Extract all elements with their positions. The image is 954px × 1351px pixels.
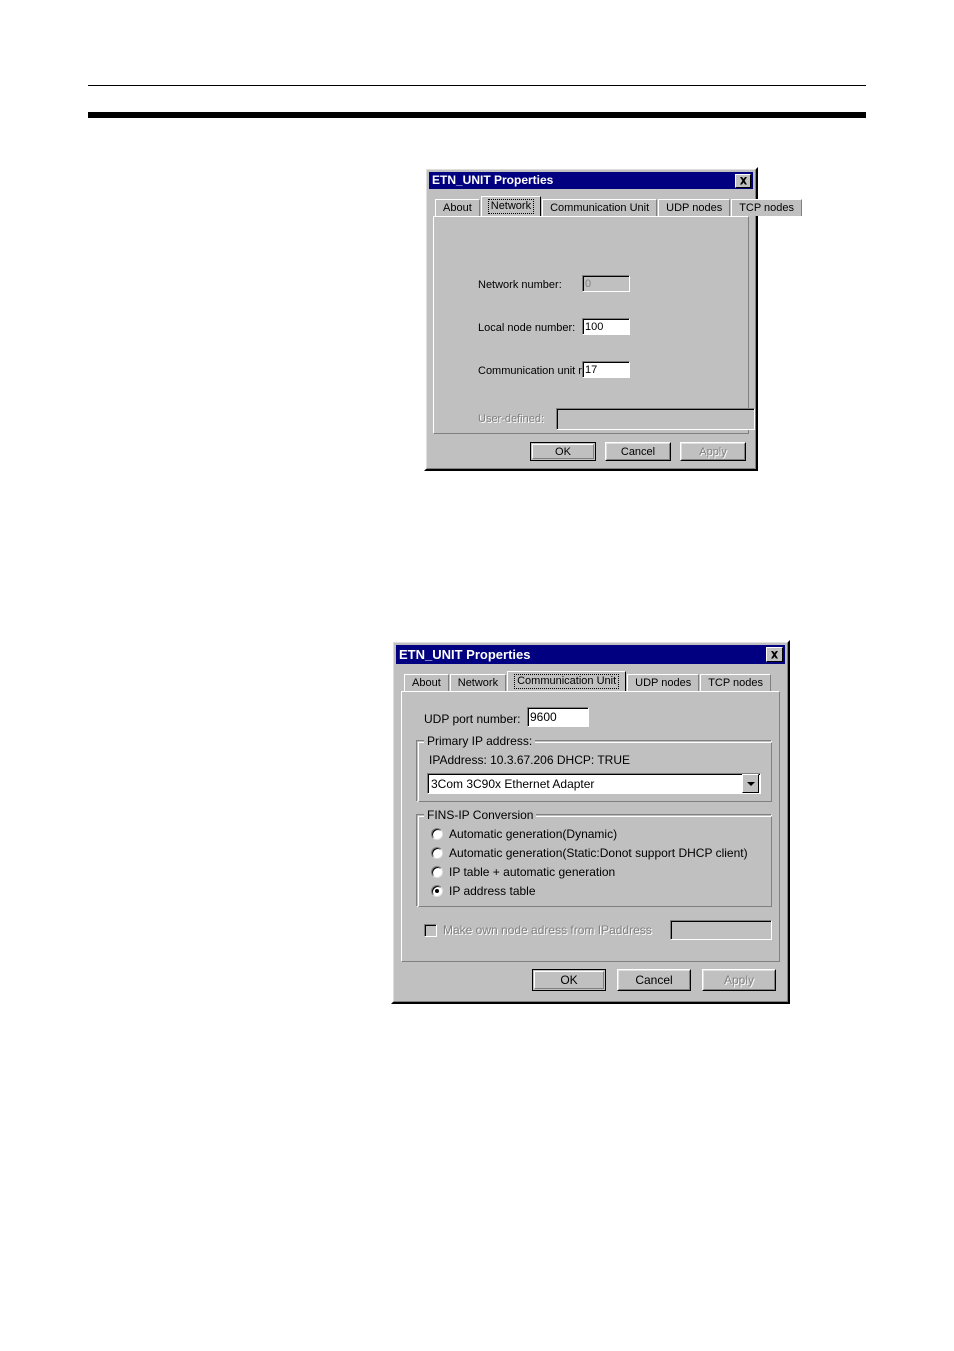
fins-ip-conversion-group: FINS-IP Conversion Automatic generation(… (416, 808, 772, 907)
communication-unit-number-value: 17 (585, 363, 598, 376)
apply-button: Apply (680, 442, 746, 461)
primary-ip-address-group-title: Primary IP address: (424, 734, 536, 748)
primary-ip-address-group: Primary IP address: IPAddress: 10.3.67.2… (416, 734, 772, 802)
header-rule-thin (88, 85, 866, 86)
checkbox-icon (424, 923, 437, 937)
radio-ip-address-table[interactable]: IP address table (431, 884, 536, 898)
close-icon[interactable] (766, 647, 783, 662)
radio-icon-selected (431, 885, 443, 897)
tab-tcp-nodes[interactable]: TCP nodes (700, 674, 772, 691)
radio-automatic-generation-dynamic[interactable]: Automatic generation(Dynamic) (431, 827, 617, 841)
titlebar: ETN_UNIT Properties (396, 645, 785, 664)
udp-port-number-label: UDP port number: (424, 712, 521, 726)
udp-port-number-input[interactable]: 9600 (527, 707, 589, 727)
ok-button[interactable]: OK (532, 969, 606, 991)
radio-icon (431, 828, 443, 840)
etn-unit-properties-network-dialog: ETN_UNIT Properties About Network Commun… (424, 167, 803, 471)
radio-icon (431, 866, 443, 878)
etn-unit-properties-communication-unit-dialog: ETN_UNIT Properties About Network Commun… (391, 640, 790, 1004)
tab-tcp-nodes[interactable]: TCP nodes (731, 199, 803, 216)
tab-udp-nodes[interactable]: UDP nodes (658, 199, 731, 216)
radio-icon (431, 847, 443, 859)
close-icon[interactable] (735, 173, 751, 188)
ok-button[interactable]: OK (530, 442, 596, 461)
network-tab-page: Network number: 0 Local node number: 100… (433, 216, 755, 434)
network-adapter-selected-value: 3Com 3C90x Ethernet Adapter (431, 776, 595, 791)
cancel-button[interactable]: Cancel (617, 969, 691, 991)
tab-about[interactable]: About (404, 674, 449, 691)
titlebar: ETN_UNIT Properties (429, 172, 753, 189)
window-title: ETN_UNIT Properties (432, 173, 554, 187)
network-dialog-buttons: OK Cancel Apply (426, 442, 756, 461)
window-title: ETN_UNIT Properties (399, 647, 531, 662)
apply-button: Apply (702, 969, 776, 991)
make-own-node-address-input (670, 920, 772, 940)
tab-communication-unit[interactable]: Communication Unit (507, 671, 627, 691)
local-node-number-input[interactable]: 100 (582, 318, 630, 335)
tab-about[interactable]: About (435, 199, 480, 216)
tab-udp-nodes[interactable]: UDP nodes (627, 674, 700, 691)
network-adapter-select[interactable]: 3Com 3C90x Ethernet Adapter (427, 773, 761, 794)
network-number-label: Network number: (478, 279, 562, 291)
fins-ip-conversion-group-title: FINS-IP Conversion (424, 808, 537, 822)
comm-unit-dialog-buttons: OK Cancel Apply (393, 969, 788, 991)
user-defined-input (556, 408, 755, 430)
tab-strip-network-dialog: About Network Communication Unit UDP nod… (429, 196, 803, 216)
cancel-button[interactable]: Cancel (605, 442, 671, 461)
make-own-node-address-label: Make own node adress from IPaddress (443, 923, 652, 937)
local-node-number-label: Local node number: (478, 322, 576, 334)
local-node-number-value: 100 (585, 320, 604, 333)
network-number-field: 0 (582, 275, 630, 292)
radio-automatic-generation-static[interactable]: Automatic generation(Static:Donot suppor… (431, 846, 748, 860)
tab-strip-comm-unit-dialog: About Network Communication Unit UDP nod… (396, 671, 785, 691)
tab-network[interactable]: Network (449, 674, 507, 691)
radio-ip-table-plus-automatic-generation[interactable]: IP table + automatic generation (431, 865, 615, 879)
user-defined-label: User-defined: (478, 413, 545, 425)
network-number-value: 0 (585, 277, 592, 290)
chevron-down-icon[interactable] (742, 774, 759, 793)
communication-unit-number-input[interactable]: 17 (582, 361, 630, 378)
communication-unit-tab-page: UDP port number: 9600 Primary IP address… (401, 691, 780, 962)
tab-network[interactable]: Network (480, 196, 542, 216)
ip-address-info: IPAddress: 10.3.67.206 DHCP: TRUE (429, 753, 630, 767)
header-rule-thick (88, 112, 866, 118)
udp-port-number-value: 9600 (530, 710, 557, 724)
make-own-node-address-row: Make own node adress from IPaddress (424, 923, 652, 937)
tab-communication-unit[interactable]: Communication Unit (542, 199, 658, 216)
